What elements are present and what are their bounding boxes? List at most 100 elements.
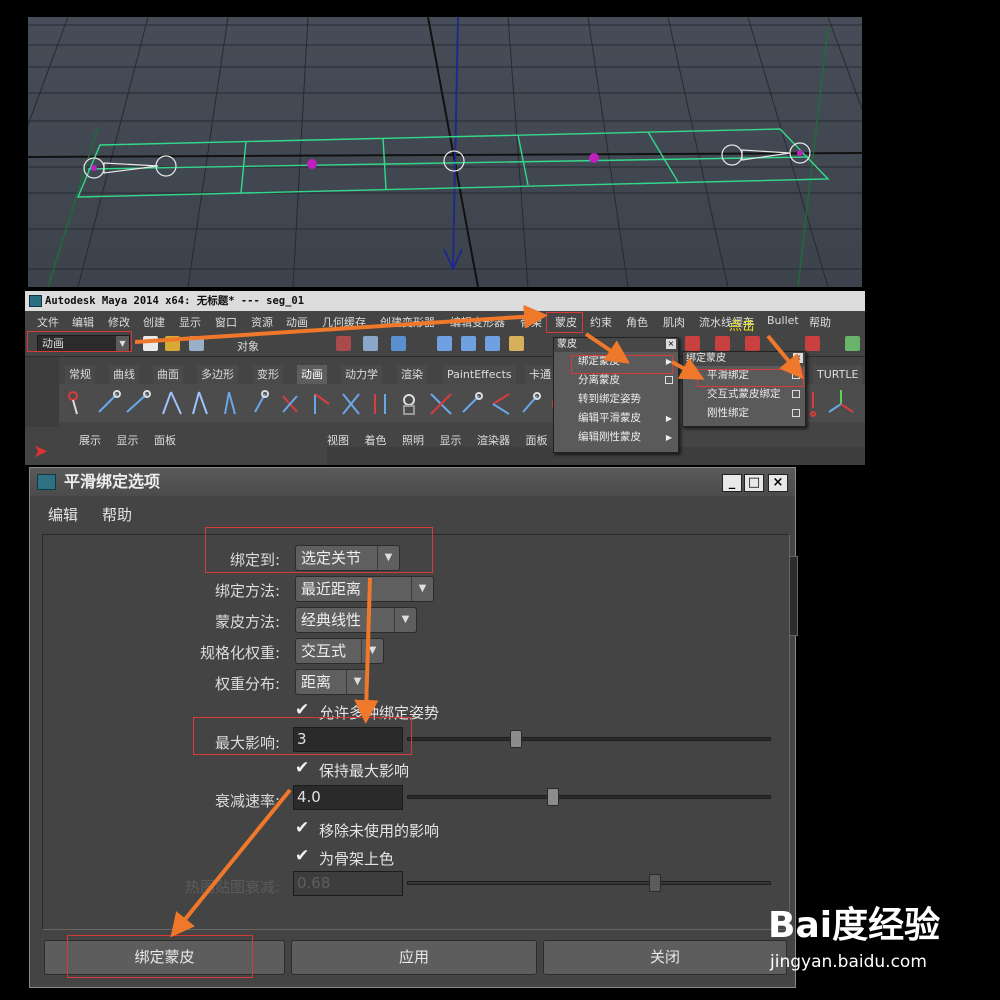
remove-unused-influences-checkbox[interactable]: ✔ bbox=[295, 819, 313, 837]
snap-point-icon[interactable] bbox=[485, 336, 500, 351]
menu-edit[interactable]: 编辑 bbox=[72, 314, 94, 330]
menu-item-detach-skin[interactable]: 分离蒙皮 bbox=[554, 371, 678, 390]
menu-skin[interactable]: 蒙皮 bbox=[555, 314, 577, 330]
menu-create[interactable]: 创建 bbox=[143, 314, 165, 330]
save-scene-icon[interactable] bbox=[189, 336, 204, 351]
option-box-icon[interactable] bbox=[792, 371, 800, 379]
dropoff-rate-field[interactable]: 4.0 bbox=[293, 785, 403, 810]
menu-edit-deformers[interactable]: 编辑变形器 bbox=[450, 314, 505, 330]
magnet-icon[interactable] bbox=[685, 336, 700, 351]
baidu-logo: Bai度经验 bbox=[768, 905, 941, 946]
menu-geometry-cache[interactable]: 几何缓存 bbox=[322, 314, 366, 330]
menu-help[interactable]: 帮助 bbox=[809, 314, 831, 330]
menu-item-label: 分离蒙皮 bbox=[578, 374, 620, 386]
menu-show[interactable]: 展示 bbox=[79, 434, 101, 447]
menu-item-smooth-bind[interactable]: 平滑绑定 bbox=[683, 366, 805, 385]
menu-bullet[interactable]: Bullet bbox=[767, 314, 799, 327]
chevron-down-icon: ▼ bbox=[116, 336, 129, 351]
option-box-icon[interactable] bbox=[665, 376, 673, 384]
bind-skin-button[interactable]: 绑定蒙皮 bbox=[44, 940, 285, 975]
maximize-icon[interactable]: □ bbox=[744, 474, 764, 492]
minimize-icon[interactable]: _ bbox=[722, 474, 742, 492]
menu-view[interactable]: 视图 bbox=[327, 434, 349, 447]
apply-button[interactable]: 应用 bbox=[291, 940, 537, 975]
max-influences-slider[interactable] bbox=[407, 737, 771, 741]
snap-curve-icon[interactable] bbox=[461, 336, 476, 351]
menu-item-label: 编辑刚性蒙皮 bbox=[578, 431, 641, 443]
menu-character[interactable]: 角色 bbox=[626, 314, 648, 330]
menu-assets[interactable]: 资源 bbox=[251, 314, 273, 330]
select-tool-icon[interactable]: ➤ bbox=[33, 441, 48, 462]
shelf-tab-surfaces[interactable]: 曲面 bbox=[153, 365, 183, 384]
option-box-icon[interactable] bbox=[792, 390, 800, 398]
bind-to-dropdown[interactable]: 选定关节 ▼ bbox=[295, 545, 400, 571]
shelf-tab-general[interactable]: 常规 bbox=[65, 365, 95, 384]
new-scene-icon[interactable] bbox=[143, 336, 158, 351]
menu-item-interactive-skin-bind[interactable]: 交互式蒙皮绑定 bbox=[683, 385, 805, 404]
shelf-tab-turtle[interactable]: TURTLE bbox=[813, 365, 863, 384]
menu-constrain[interactable]: 约束 bbox=[590, 314, 612, 330]
menu-set-value: 动画 bbox=[42, 337, 64, 350]
menu-animate[interactable]: 动画 bbox=[286, 314, 308, 330]
shelf-tab-animation[interactable]: 动画 bbox=[297, 365, 327, 384]
dropoff-rate-slider-handle[interactable] bbox=[546, 788, 559, 806]
menu-viewport-panels[interactable]: 面板 bbox=[526, 434, 548, 447]
shelf-tab-rendering[interactable]: 渲染 bbox=[397, 365, 427, 384]
magnet-icon[interactable] bbox=[805, 336, 820, 351]
shelf-tab-curves[interactable]: 曲线 bbox=[109, 365, 139, 384]
menu-item-rigid-bind[interactable]: 刚性绑定 bbox=[683, 404, 805, 423]
shelf-tab-dynamics[interactable]: 动力学 bbox=[341, 365, 382, 384]
shelf-tab-toon[interactable]: 卡通 bbox=[525, 365, 555, 384]
menu-viewport-show[interactable]: 显示 bbox=[440, 434, 462, 447]
dialog-menu-edit[interactable]: 编辑 bbox=[48, 504, 78, 525]
dialog-menu-help[interactable]: 帮助 bbox=[102, 504, 132, 525]
allow-multiple-bind-poses-checkbox[interactable]: ✔ bbox=[295, 701, 313, 719]
smooth-bind-options-dialog: 平滑绑定选项 _ □ × 编辑 帮助 绑定到: 选定关节 ▼ 绑定方法: 最近距… bbox=[29, 467, 796, 988]
shelf-tab-deformation[interactable]: 变形 bbox=[253, 365, 283, 384]
close-icon[interactable]: × bbox=[768, 474, 788, 492]
normalize-weights-dropdown[interactable]: 交互式 ▼ bbox=[295, 638, 384, 664]
menu-item-go-to-bind-pose[interactable]: 转到绑定姿势 bbox=[554, 390, 678, 409]
option-box-icon[interactable] bbox=[792, 409, 800, 417]
menu-item-bind-skin[interactable]: 绑定蒙皮 ▶ bbox=[554, 352, 678, 371]
menu-item-edit-rigid-skin[interactable]: 编辑刚性蒙皮 ▶ bbox=[554, 428, 678, 447]
menu-panel-display[interactable]: 显示 bbox=[117, 434, 139, 447]
max-influences-slider-handle[interactable] bbox=[510, 730, 523, 748]
menu-window[interactable]: 窗口 bbox=[215, 314, 237, 330]
menu-modify[interactable]: 修改 bbox=[108, 314, 130, 330]
menu-lighting[interactable]: 照明 bbox=[402, 434, 424, 447]
select-by-hierarchy-icon[interactable] bbox=[336, 336, 351, 351]
menu-set-dropdown[interactable]: 动画 ▼ bbox=[37, 335, 130, 352]
3d-viewport[interactable] bbox=[28, 17, 862, 287]
close-button[interactable]: 关闭 bbox=[543, 940, 787, 975]
menu-item-edit-smooth-skin[interactable]: 编辑平滑蒙皮 ▶ bbox=[554, 409, 678, 428]
menu-display[interactable]: 显示 bbox=[179, 314, 201, 330]
dialog-scrollbar[interactable] bbox=[789, 556, 798, 636]
render-icon[interactable] bbox=[845, 336, 860, 351]
close-icon[interactable]: × bbox=[666, 339, 676, 349]
menu-shading[interactable]: 着色 bbox=[365, 434, 387, 447]
close-icon[interactable]: × bbox=[793, 353, 803, 363]
snap-surface-icon[interactable] bbox=[509, 336, 524, 351]
menu-muscle[interactable]: 肌肉 bbox=[663, 314, 685, 330]
maintain-max-influences-checkbox[interactable]: ✔ bbox=[295, 759, 313, 777]
shelf-tab-polygons[interactable]: 多边形 bbox=[197, 365, 238, 384]
colorize-skeleton-checkbox[interactable]: ✔ bbox=[295, 847, 313, 865]
skinning-method-dropdown[interactable]: 经典线性 ▼ bbox=[295, 607, 417, 633]
select-by-component-icon[interactable] bbox=[391, 336, 406, 351]
magnet-icon[interactable] bbox=[745, 336, 760, 351]
dropoff-rate-slider[interactable] bbox=[407, 795, 771, 799]
menu-file[interactable]: 文件 bbox=[37, 314, 59, 330]
menu-renderer[interactable]: 渲染器 bbox=[477, 434, 510, 447]
max-influences-field[interactable]: 3 bbox=[293, 727, 403, 752]
shelf-tab-painteffects[interactable]: PaintEffects bbox=[443, 365, 516, 384]
menu-create-deformers[interactable]: 创建变形器 bbox=[380, 314, 435, 330]
snap-grid-icon[interactable] bbox=[437, 336, 452, 351]
magnet-icon[interactable] bbox=[715, 336, 730, 351]
open-scene-icon[interactable] bbox=[165, 336, 180, 351]
weight-distribution-dropdown[interactable]: 距离 ▼ bbox=[295, 669, 369, 695]
select-by-object-icon[interactable] bbox=[363, 336, 378, 351]
menu-skeleton[interactable]: 骨架 bbox=[520, 314, 542, 330]
bind-method-dropdown[interactable]: 最近距离 ▼ bbox=[295, 576, 434, 602]
menu-panels[interactable]: 面板 bbox=[154, 434, 176, 447]
